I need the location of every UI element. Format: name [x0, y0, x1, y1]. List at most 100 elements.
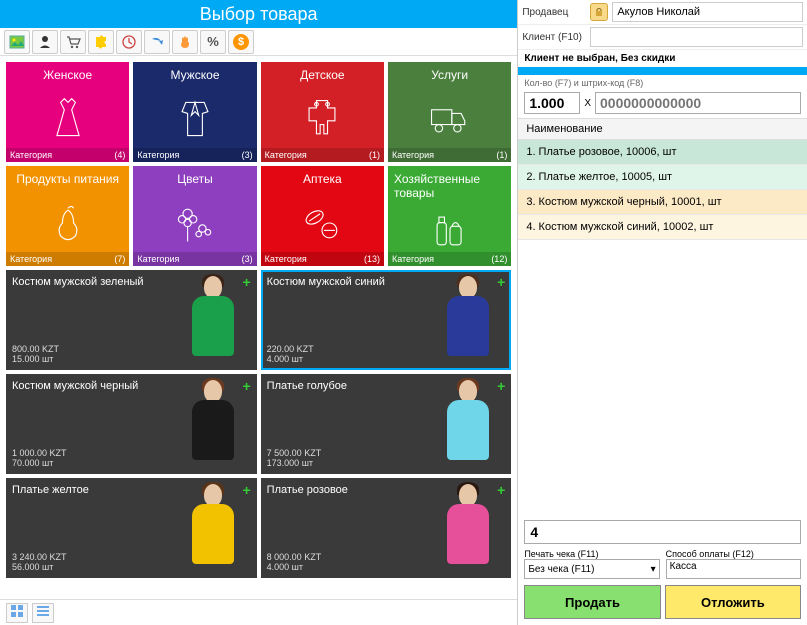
- plus-icon[interactable]: +: [497, 378, 505, 394]
- category-footer-label: Категория: [392, 150, 434, 160]
- category-title: Цветы: [177, 172, 213, 186]
- sell-button[interactable]: Продать: [524, 585, 660, 619]
- category-footer-label: Категория: [265, 150, 307, 160]
- product-meta: 800.00 KZT15.000 шт: [12, 344, 176, 364]
- view-list-button[interactable]: [32, 603, 54, 623]
- category-tile[interactable]: Услуги Категория (1): [388, 62, 511, 162]
- product-title: Платье голубое: [267, 380, 431, 392]
- plus-icon[interactable]: +: [242, 482, 250, 498]
- product-title: Костюм мужской синий: [267, 276, 431, 288]
- toolbar: % $: [0, 28, 517, 56]
- receipt-select[interactable]: Без чека (F11)▾: [524, 559, 659, 579]
- toolbar-hand[interactable]: [172, 30, 198, 54]
- seller-row: Продавец: [518, 0, 807, 25]
- client-input[interactable]: [590, 27, 803, 47]
- search-row: [518, 517, 807, 547]
- flower-icon: [171, 186, 219, 260]
- truck-icon: [426, 82, 474, 156]
- toolbar-person[interactable]: [32, 30, 58, 54]
- product-title: Платье желтое: [12, 484, 176, 496]
- client-row: Клиент (F10): [518, 25, 807, 50]
- product-image: [176, 380, 251, 468]
- category-footer-label: Категория: [10, 254, 52, 264]
- product-meta: 3 240.00 KZT56.000 шт: [12, 552, 176, 572]
- product-tile[interactable]: + Костюм мужской зеленый 800.00 KZT15.00…: [6, 270, 257, 370]
- pear-icon: [44, 186, 92, 260]
- qty-hint: Кол-во (F7) и штрих-код (F8): [518, 75, 807, 88]
- product-meta: 220.00 KZT4.000 шт: [267, 344, 431, 364]
- category-footer-label: Категория: [10, 150, 52, 160]
- category-count: (12): [491, 254, 507, 264]
- category-tile[interactable]: Женское Категория (4): [6, 62, 129, 162]
- toolbar-dollar[interactable]: $: [228, 30, 254, 54]
- product-image: [176, 484, 251, 572]
- list-item[interactable]: 3. Костюм мужской черный, 10001, шт: [518, 190, 807, 215]
- toolbar-picture[interactable]: [4, 30, 30, 54]
- category-count: (3): [242, 254, 253, 264]
- category-title: Аптека: [303, 172, 342, 186]
- product-tile[interactable]: + Костюм мужской синий 220.00 KZT4.000 ш…: [261, 270, 512, 370]
- view-grid-button[interactable]: [6, 603, 28, 623]
- category-count: (7): [114, 254, 125, 264]
- category-tile[interactable]: Хозяйственные товары Категория(12): [388, 166, 511, 266]
- list-item[interactable]: 2. Платье желтое, 10005, шт: [518, 165, 807, 190]
- payment-select[interactable]: Касса: [666, 559, 801, 579]
- product-tile[interactable]: + Костюм мужской черный 1 000.00 KZT70.0…: [6, 374, 257, 474]
- category-title: Женское: [43, 68, 92, 82]
- category-tile[interactable]: Мужское Категория (3): [133, 62, 256, 162]
- list-header: Наименование: [518, 118, 807, 140]
- product-tile[interactable]: + Платье голубое 7 500.00 KZT173.000 шт: [261, 374, 512, 474]
- dress-icon: [44, 82, 92, 156]
- category-count: (13): [364, 254, 380, 264]
- category-footer-label: Категория: [392, 254, 434, 264]
- payment-hint: Способ оплаты (F12): [666, 549, 801, 559]
- product-meta: 7 500.00 KZT173.000 шт: [267, 448, 431, 468]
- plus-icon[interactable]: +: [242, 274, 250, 290]
- barcode-input[interactable]: [595, 92, 801, 114]
- hold-button[interactable]: Отложить: [665, 585, 801, 619]
- toolbar-cart[interactable]: [60, 30, 86, 54]
- category-title: Мужское: [170, 68, 219, 82]
- client-status: Клиент не выбран, Без скидки: [518, 50, 807, 67]
- pills-icon: [298, 186, 346, 260]
- category-title: Услуги: [431, 68, 468, 82]
- plus-icon[interactable]: +: [497, 482, 505, 498]
- category-count: (4): [114, 150, 125, 160]
- divider-strip: [518, 67, 807, 75]
- plus-icon[interactable]: +: [242, 378, 250, 394]
- category-tile[interactable]: Цветы Категория (3): [133, 166, 256, 266]
- product-title: Костюм мужской черный: [12, 380, 176, 392]
- plus-icon[interactable]: +: [497, 274, 505, 290]
- category-title: Детское: [300, 68, 345, 82]
- product-grid: Женское Категория (4) Мужское Категория (3…: [0, 56, 517, 599]
- seller-input[interactable]: [612, 2, 803, 22]
- product-image: [176, 276, 251, 364]
- product-tile[interactable]: + Платье розовое 8 000.00 KZT4.000 шт: [261, 478, 512, 578]
- receipt-list: 1. Платье розовое, 10006, шт2. Платье же…: [518, 140, 807, 517]
- baby-icon: [298, 82, 346, 156]
- seller-label: Продавец: [522, 7, 586, 18]
- category-footer-label: Категория: [265, 254, 307, 264]
- quantity-input[interactable]: [524, 92, 580, 114]
- bottles-icon: [426, 200, 474, 260]
- toolbar-puzzle[interactable]: [88, 30, 114, 54]
- product-tile[interactable]: + Платье желтое 3 240.00 KZT56.000 шт: [6, 478, 257, 578]
- list-item[interactable]: 1. Платье розовое, 10006, шт: [518, 140, 807, 165]
- category-count: (1): [496, 150, 507, 160]
- bottom-bar: [0, 599, 517, 625]
- toolbar-percent[interactable]: %: [200, 30, 226, 54]
- category-tile[interactable]: Аптека Категория (13): [261, 166, 384, 266]
- lock-icon[interactable]: [590, 3, 608, 21]
- product-image: [430, 276, 505, 364]
- toolbar-arrow[interactable]: [144, 30, 170, 54]
- list-item[interactable]: 4. Костюм мужской синий, 10002, шт: [518, 215, 807, 240]
- toolbar-clock[interactable]: [116, 30, 142, 54]
- category-count: (3): [242, 150, 253, 160]
- category-tile[interactable]: Продукты питания Категория(7): [6, 166, 129, 266]
- search-input[interactable]: [524, 520, 801, 544]
- category-footer-label: Категория: [137, 254, 179, 264]
- product-meta: 1 000.00 KZT70.000 шт: [12, 448, 176, 468]
- category-footer-label: Категория: [137, 150, 179, 160]
- receipt-hint: Печать чека (F11): [524, 549, 659, 559]
- category-tile[interactable]: Детское Категория(1): [261, 62, 384, 162]
